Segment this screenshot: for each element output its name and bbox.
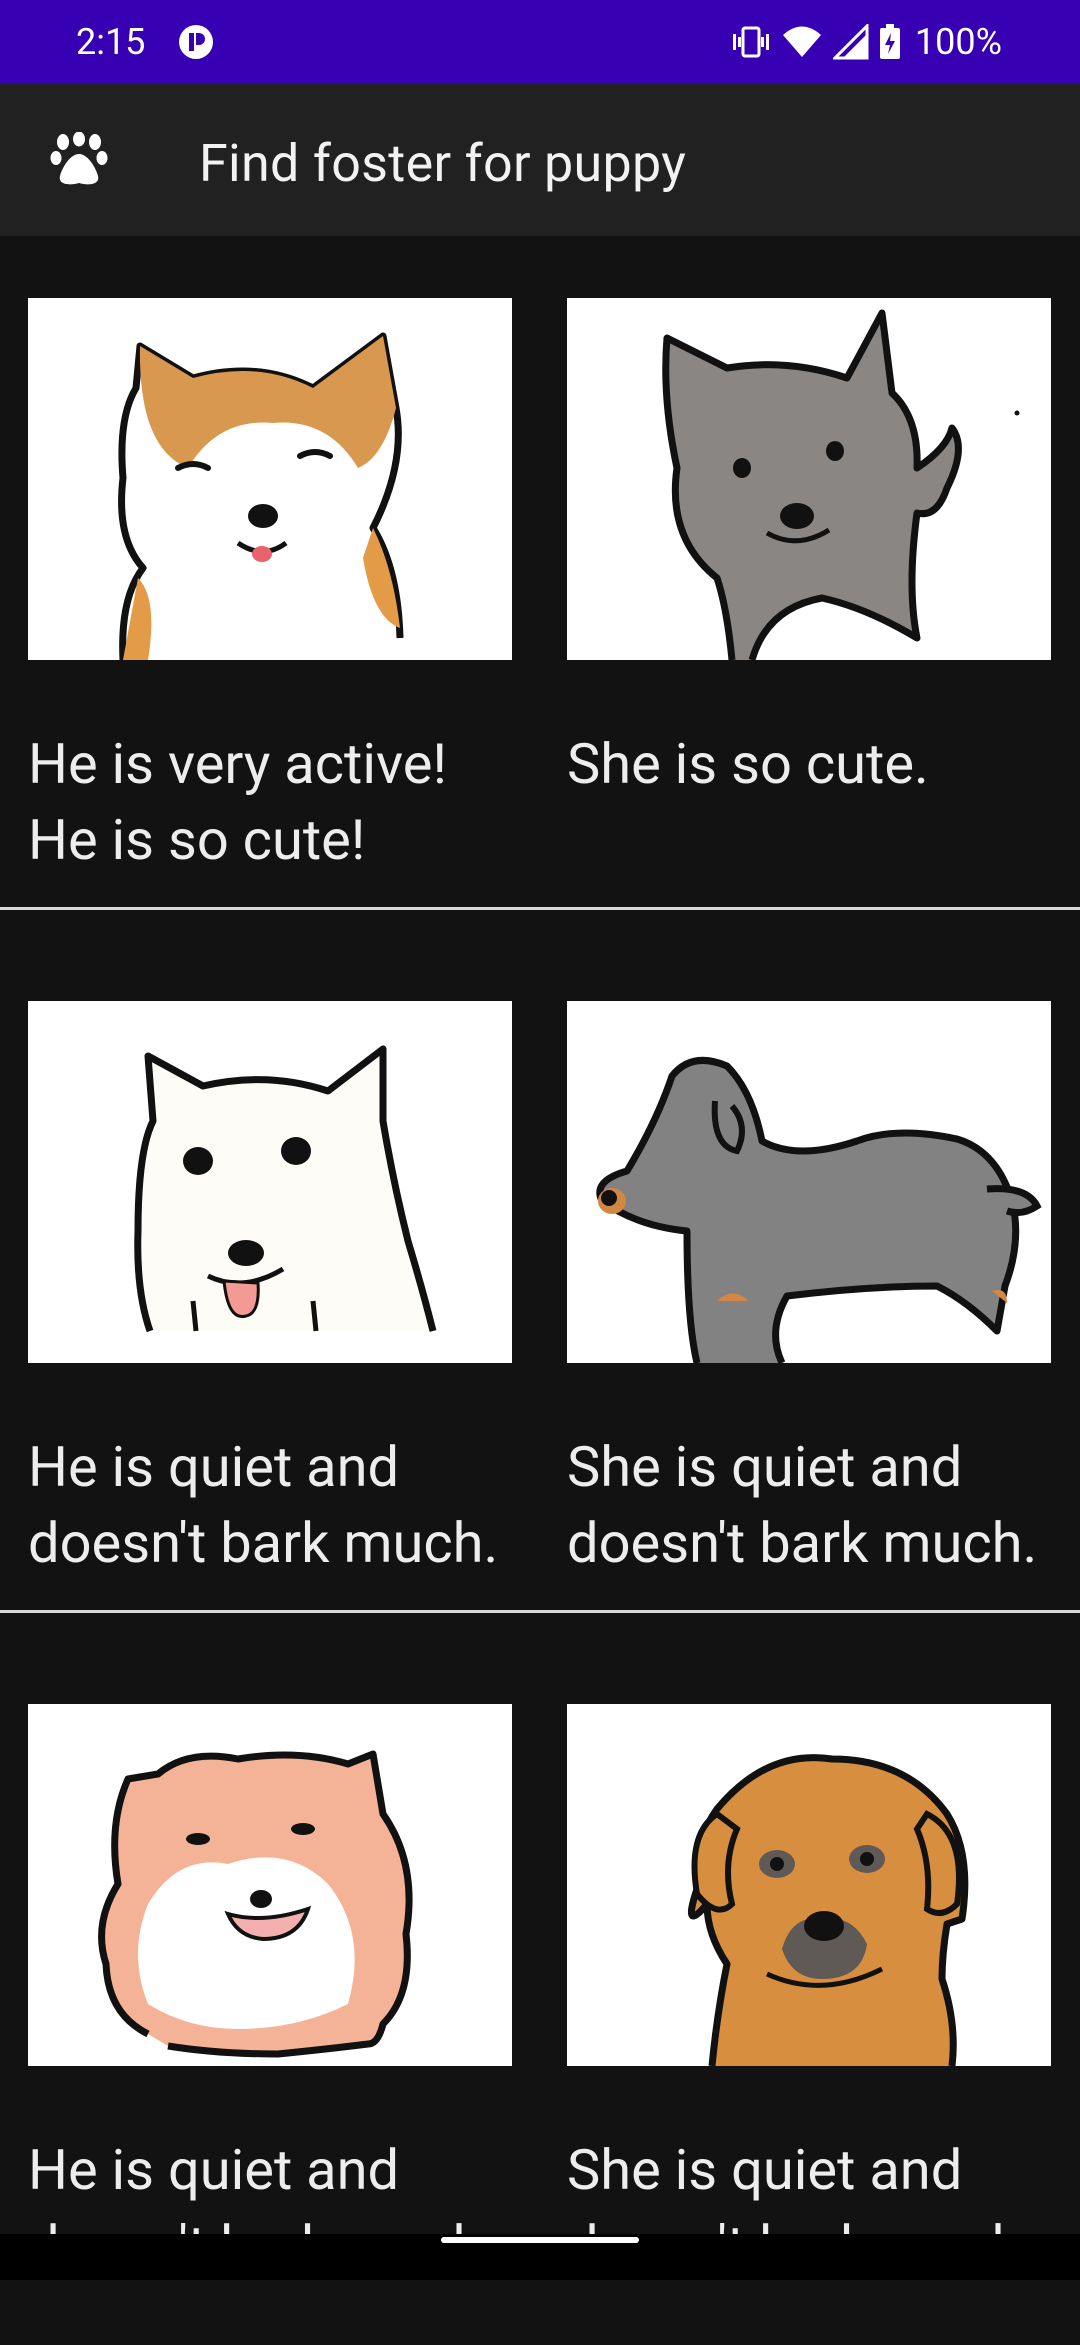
- app-bar: Find foster for puppy: [0, 84, 1080, 236]
- puppy-description: She is quiet and doesn't bark much.: [567, 1434, 1038, 1576]
- status-bar: 2:15 100%: [0, 0, 1080, 84]
- shiba-puppy-drawing: [118, 332, 404, 660]
- battery-percent: 100%: [914, 21, 1002, 63]
- app-notification-icon: [179, 25, 213, 59]
- page-title: Find foster for puppy: [199, 133, 687, 194]
- brown-puppy-drawing: [687, 1754, 969, 2066]
- puppy-image: [567, 1704, 1051, 2066]
- grid-row: He is quiet and doesn't bark much. She i…: [0, 939, 1080, 1642]
- puppy-image: [28, 298, 512, 660]
- puppy-description: He is quiet and doesn't bark much.: [28, 1434, 499, 1576]
- puppy-description: She is so cute.: [567, 731, 929, 797]
- puppy-image: [28, 1704, 512, 2066]
- cell-signal-icon: [832, 24, 869, 60]
- white-puppy-drawing: [134, 1045, 437, 1333]
- grid-row: He is very active! He is so cute! She is…: [0, 236, 1080, 939]
- dachshund-drawing: [596, 1056, 1042, 1363]
- wifi-icon: [782, 26, 821, 57]
- puppy-image: [28, 1001, 512, 1363]
- pomeranian-drawing: [98, 1750, 413, 2058]
- battery-icon: [879, 24, 900, 59]
- row-divider: [0, 1610, 1080, 1613]
- paw-icon: [50, 132, 108, 185]
- status-icons: 100%: [731, 20, 1002, 64]
- vibrate-icon: [732, 26, 769, 58]
- puppy-description: He is very active! He is so cute!: [28, 731, 447, 873]
- puppy-image: [567, 298, 1051, 660]
- row-divider: [0, 907, 1080, 910]
- puppy-image: [567, 1001, 1051, 1363]
- home-handle[interactable]: [441, 2237, 639, 2243]
- gray-puppy-drawing: [662, 309, 1020, 660]
- status-time: 2:15: [76, 21, 146, 63]
